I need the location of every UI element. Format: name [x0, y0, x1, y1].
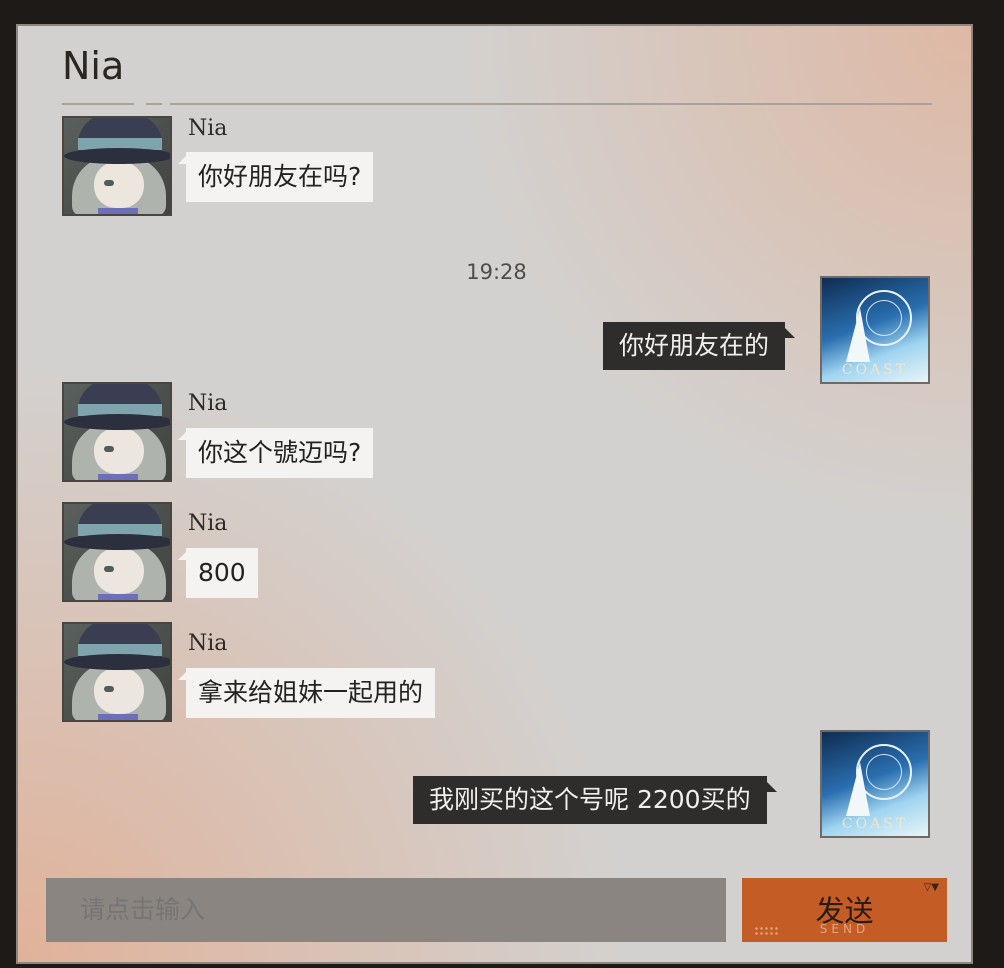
- title-divider: [170, 103, 932, 105]
- nia-avatar[interactable]: [62, 116, 172, 216]
- message-bubble-incoming: 你好朋友在吗?: [177, 152, 374, 202]
- message-bubble-incoming: 800: [178, 548, 258, 598]
- message-bubble-outgoing: 你好朋友在的: [603, 322, 796, 370]
- send-button[interactable]: ▽▼ 发送 SEND: [742, 878, 947, 942]
- sender-name: Nia: [188, 511, 228, 536]
- sender-name: Nia: [188, 391, 228, 416]
- chat-title: Nia: [62, 44, 125, 88]
- sender-name: Nia: [188, 116, 228, 141]
- avatar-label: COAST: [841, 816, 909, 832]
- chat-window: Nia Nia 你好朋友在吗? 19:28 你好朋友在的 COAST Nia 你…: [16, 24, 973, 964]
- coast-avatar[interactable]: COAST: [820, 276, 930, 384]
- sender-name: Nia: [188, 631, 228, 656]
- dot-grid-icon: [754, 926, 778, 936]
- nia-avatar[interactable]: [62, 622, 172, 722]
- message-input[interactable]: [46, 878, 726, 942]
- message-bubble-incoming: 拿来给姐妹一起用的: [177, 668, 436, 718]
- avatar-label: COAST: [841, 362, 909, 378]
- title-divider: [62, 103, 134, 105]
- nia-avatar[interactable]: [62, 382, 172, 482]
- coast-avatar[interactable]: COAST: [820, 730, 930, 838]
- nia-avatar[interactable]: [62, 502, 172, 602]
- message-bubble-outgoing: 我刚买的这个号呢 2200买的: [413, 776, 777, 824]
- message-bubble-incoming: 你这个號迈吗?: [177, 428, 374, 478]
- title-divider: [146, 103, 162, 105]
